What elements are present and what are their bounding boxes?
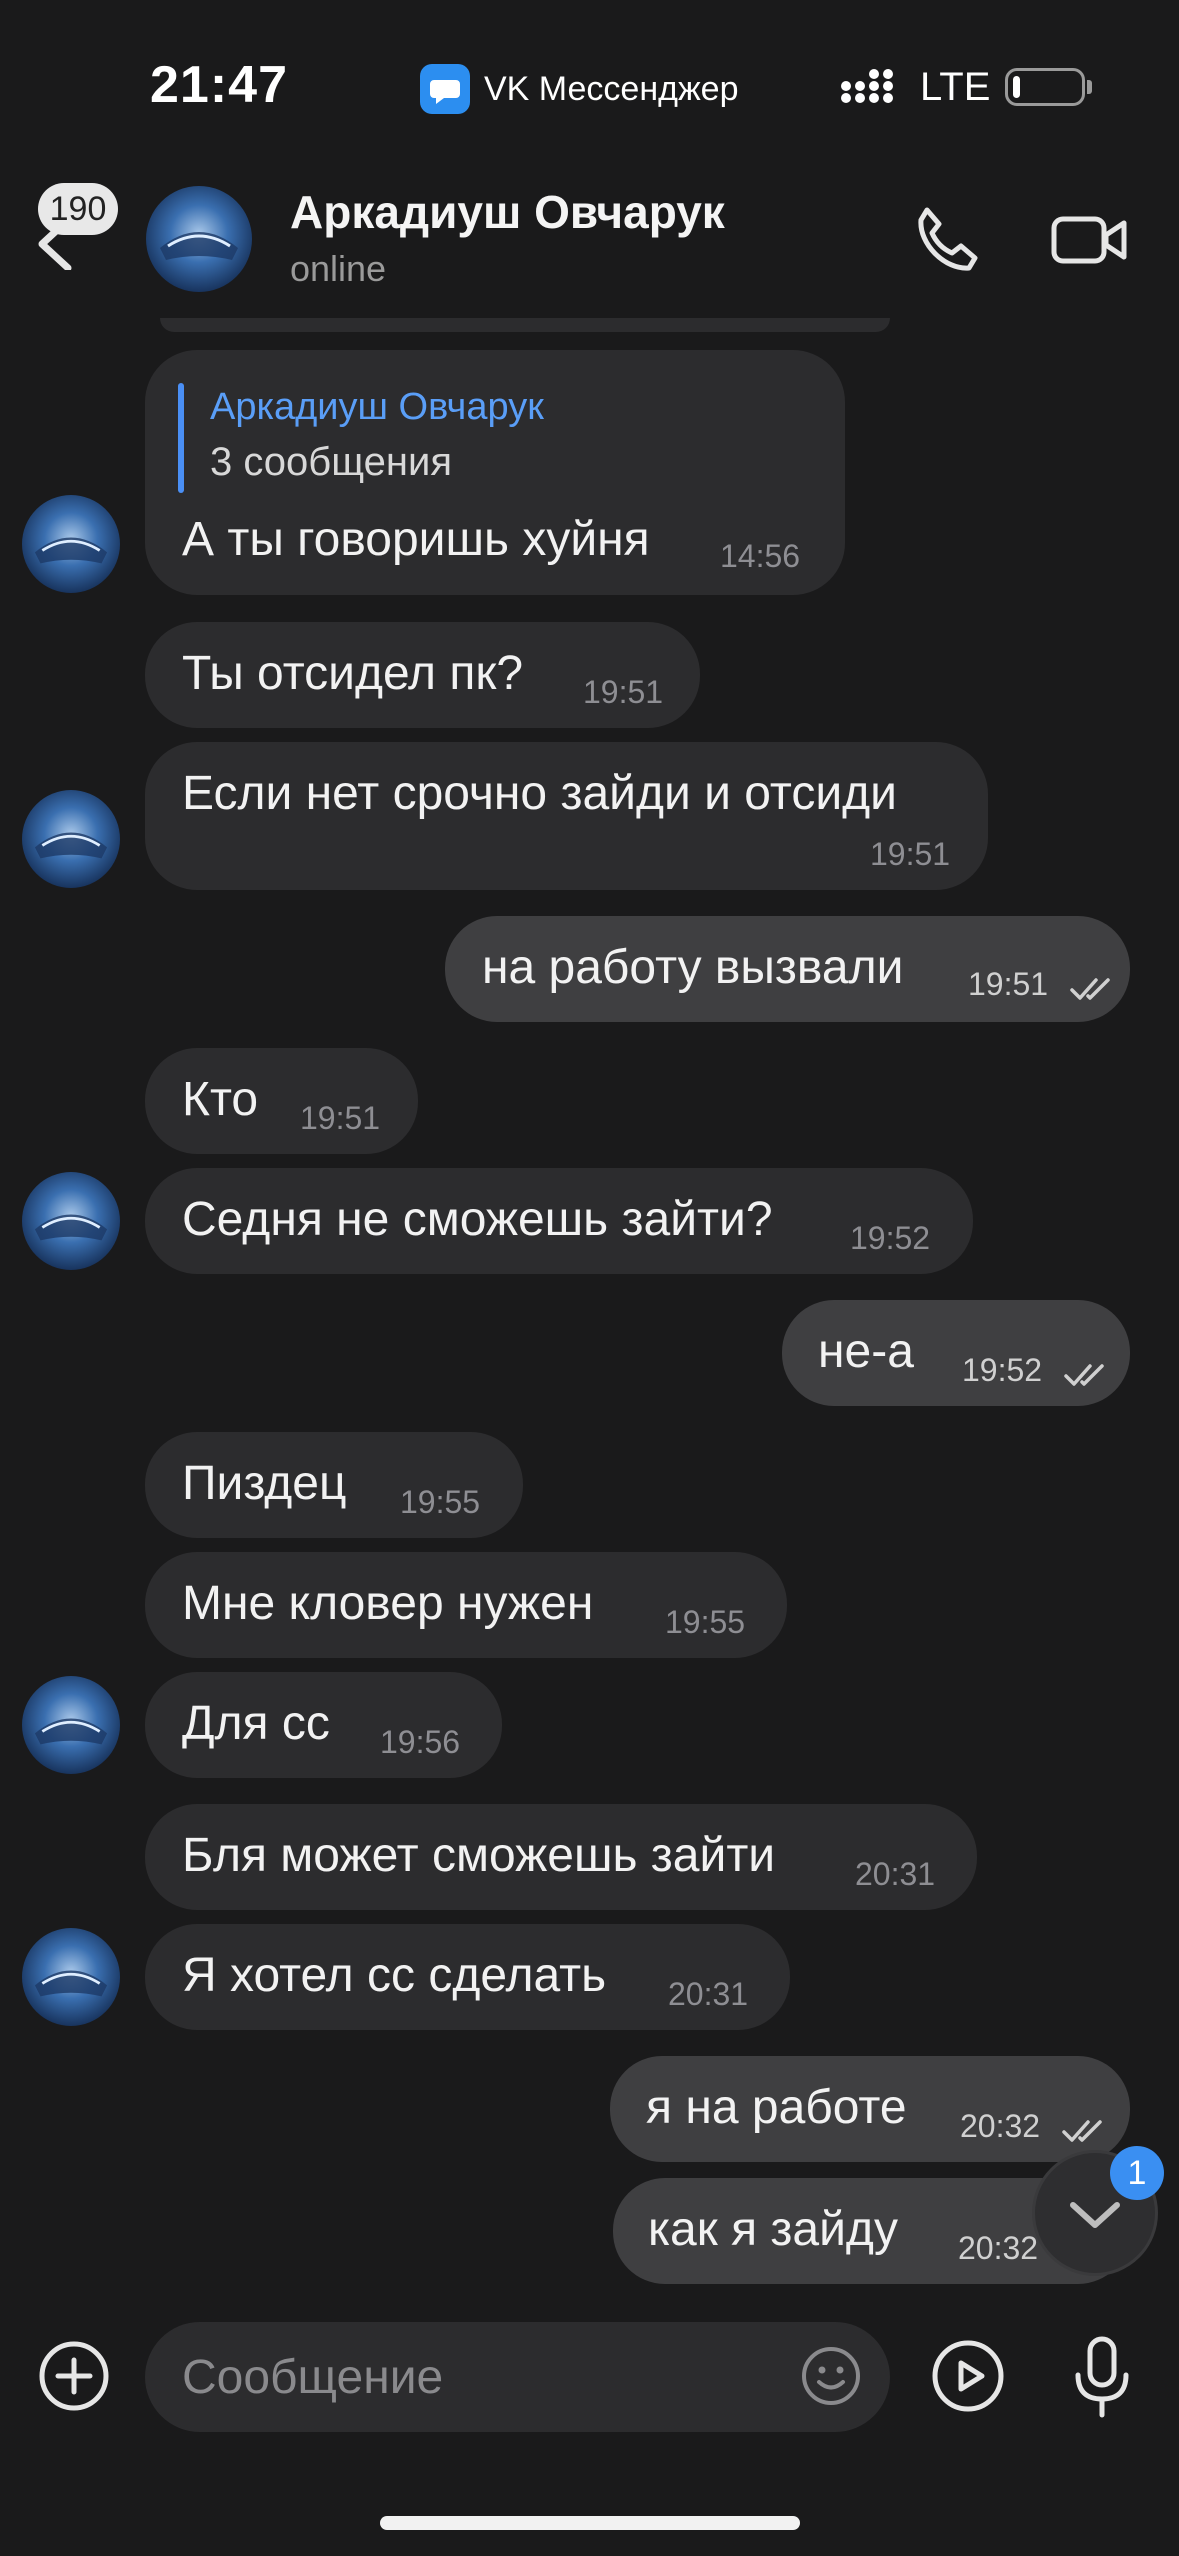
- message-time: 19:56: [380, 1724, 461, 1760]
- message-text: Пиздец: [182, 1457, 347, 1510]
- video-message-icon[interactable]: [930, 2338, 1006, 2414]
- message-time: 20:32: [960, 2108, 1041, 2144]
- contact-status: online: [290, 248, 387, 289]
- message-time: 19:55: [665, 1604, 746, 1640]
- battery-tip: [1087, 80, 1092, 94]
- reply-author[interactable]: Аркадиуш Овчарук: [210, 386, 544, 429]
- sender-avatar[interactable]: [22, 1172, 120, 1270]
- message-text: на работу вызвали: [482, 941, 904, 994]
- battery-level-fill: [1013, 76, 1020, 98]
- message-time: 19:52: [962, 1352, 1043, 1388]
- unread-count-badge: 190: [38, 183, 118, 235]
- message-time: 19:51: [300, 1100, 381, 1136]
- message-text: я на работе: [646, 2081, 907, 2134]
- emoji-icon[interactable]: [800, 2345, 862, 2407]
- message-time: 19:55: [400, 1484, 481, 1520]
- status-time: 21:47: [150, 56, 288, 114]
- message-time: 20:32: [958, 2230, 1039, 2266]
- vk-messenger-app-icon: [420, 64, 470, 114]
- message-text: Если нет срочно зайди и отсиди: [182, 767, 897, 820]
- reply-summary: 3 сообщения: [210, 440, 453, 484]
- message-text: как я зайду: [648, 2203, 898, 2256]
- message-text: Кто: [182, 1073, 259, 1126]
- message-time: 19:51: [583, 674, 664, 710]
- read-checkmarks-icon: [1064, 1362, 1110, 1388]
- sender-avatar[interactable]: [22, 1676, 120, 1774]
- message-time: 20:31: [668, 1976, 749, 2012]
- message-text: Ты отсидел пк?: [182, 647, 524, 700]
- message-text: Я хотел сс сделать: [182, 1949, 607, 2002]
- message-text: А ты говоришь хуйня: [182, 513, 650, 566]
- contact-name[interactable]: Аркадиуш Овчарук: [290, 185, 725, 239]
- sender-avatar[interactable]: [22, 1928, 120, 2026]
- status-app-name: VK Мессенджер: [484, 70, 739, 108]
- signal-icon: [840, 68, 900, 108]
- contact-avatar[interactable]: [146, 186, 252, 292]
- message-text: Бля может сможешь зайти: [182, 1829, 776, 1882]
- video-camera-icon[interactable]: [1050, 205, 1130, 275]
- sender-avatar[interactable]: [22, 790, 120, 888]
- message-time: 19:51: [968, 966, 1049, 1002]
- sender-avatar[interactable]: [22, 495, 120, 593]
- message-input-placeholder: Сообщение: [182, 2351, 444, 2404]
- network-type: LTE: [920, 65, 991, 109]
- message-time: 20:31: [855, 1856, 936, 1892]
- message-time: 19:52: [850, 1220, 931, 1256]
- previous-message-edge: [160, 318, 890, 332]
- microphone-icon[interactable]: [1070, 2335, 1134, 2421]
- reply-quote-bar: [178, 383, 184, 493]
- message-text: Мне кловер нужен: [182, 1577, 594, 1630]
- phone-icon[interactable]: [905, 200, 985, 280]
- read-checkmarks-icon: [1070, 976, 1116, 1002]
- new-messages-badge: 1: [1110, 2146, 1164, 2200]
- attach-plus-icon[interactable]: [38, 2340, 110, 2412]
- message-time: 19:51: [870, 836, 951, 872]
- message-text: Для сс: [182, 1697, 330, 1750]
- message-text: не-а: [818, 1325, 914, 1378]
- message-text: Седня не сможешь зайти?: [182, 1193, 773, 1246]
- message-time: 14:56: [720, 538, 801, 574]
- home-indicator: [380, 2516, 800, 2530]
- read-checkmarks-icon: [1062, 2118, 1108, 2144]
